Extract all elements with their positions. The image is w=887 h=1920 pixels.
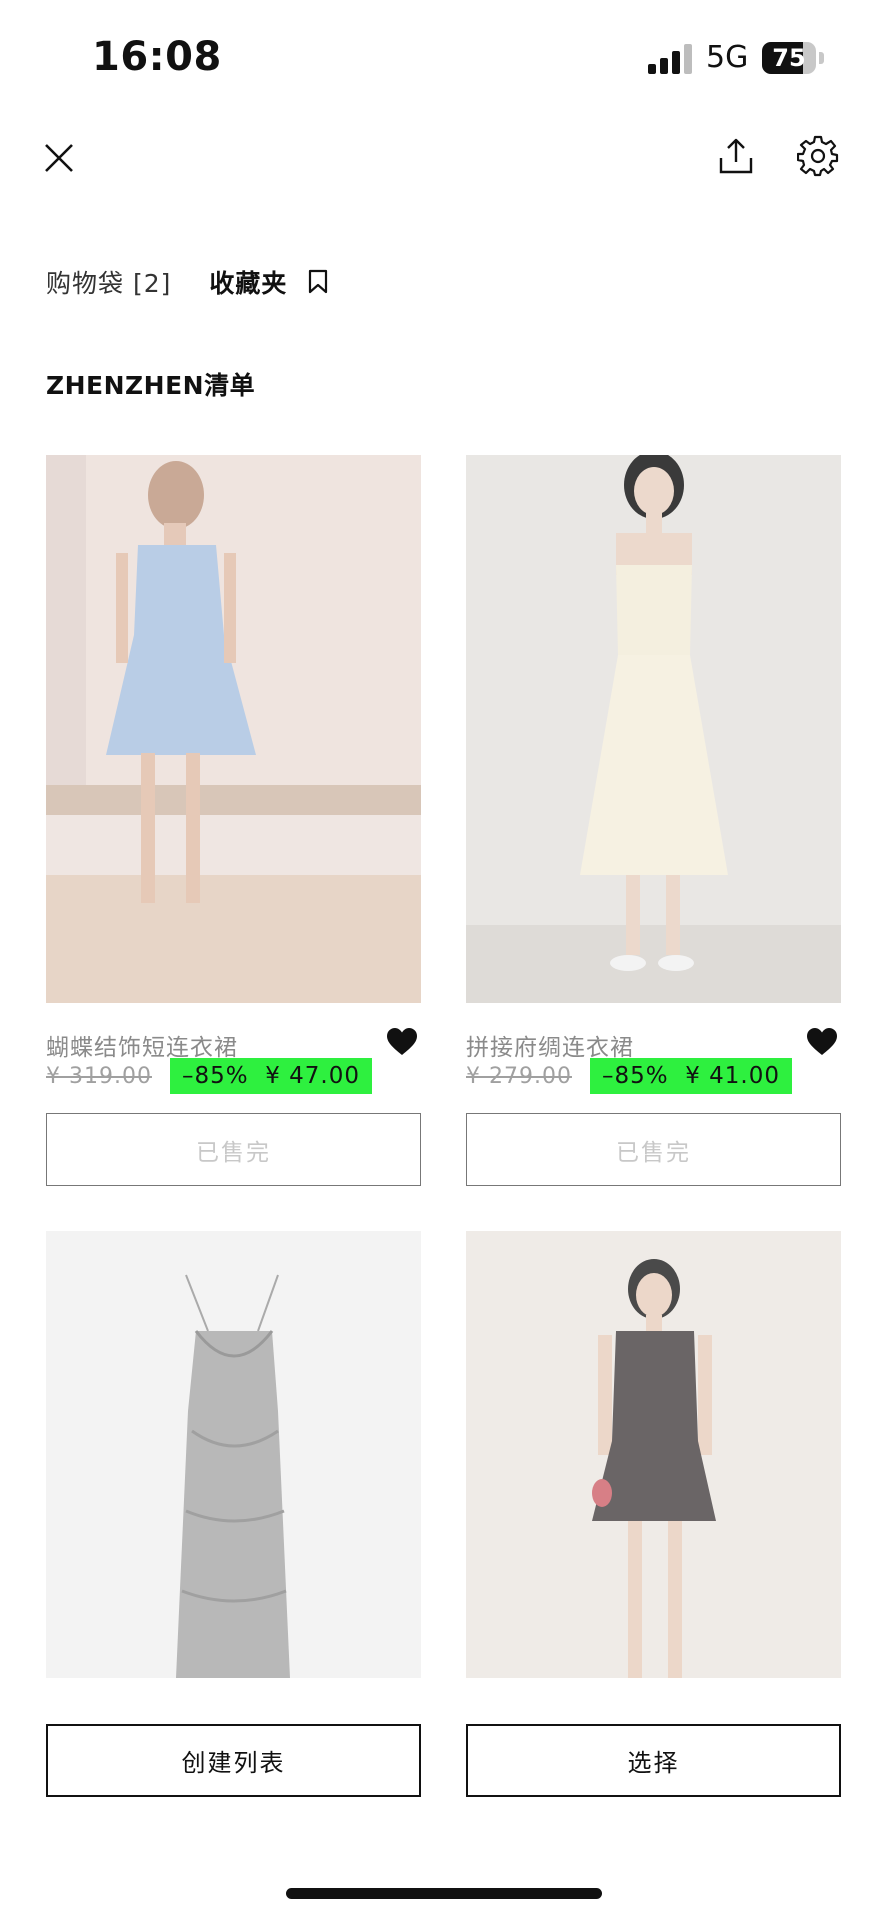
original-price: ¥ 279.00 bbox=[466, 1063, 572, 1089]
product-card[interactable] bbox=[466, 1231, 841, 1678]
battery-icon: 75 bbox=[762, 42, 816, 74]
product-name[interactable]: 拼接府绸连衣裙 bbox=[466, 1028, 634, 1062]
signal-icon bbox=[648, 44, 694, 74]
tab-favorites[interactable]: 收藏夹 bbox=[209, 264, 287, 300]
sale-price-tag: –85% ¥ 41.00 bbox=[589, 1058, 793, 1094]
tab-bar: 购物袋 [2] 收藏夹 bbox=[46, 262, 329, 302]
sold-out-button[interactable]: 已售完 bbox=[466, 1113, 841, 1186]
battery-percent: 75 bbox=[772, 44, 806, 72]
heart-icon[interactable] bbox=[386, 1027, 420, 1057]
discount-percent: –85% bbox=[601, 1063, 669, 1089]
home-indicator[interactable] bbox=[286, 1888, 602, 1899]
select-button[interactable]: 选择 bbox=[466, 1724, 841, 1797]
product-card[interactable]: 拼接府绸连衣裙 ¥ 279.00 –85% ¥ 41.00 已售完 bbox=[466, 455, 841, 1186]
product-image[interactable] bbox=[46, 455, 421, 1003]
product-image[interactable] bbox=[466, 455, 841, 1003]
product-image[interactable] bbox=[46, 1231, 421, 1678]
sale-price-tag: –85% ¥ 47.00 bbox=[169, 1058, 373, 1094]
sale-price: ¥ 41.00 bbox=[685, 1063, 781, 1089]
product-card[interactable] bbox=[46, 1231, 421, 1678]
network-type: 5G bbox=[706, 40, 749, 75]
status-time: 16:08 bbox=[92, 34, 222, 80]
bottom-action-bar bbox=[0, 1678, 887, 1920]
gear-icon[interactable] bbox=[790, 128, 846, 184]
tab-shopping-bag[interactable]: 购物袋 [2] bbox=[46, 264, 171, 300]
discount-percent: –85% bbox=[181, 1063, 249, 1089]
share-icon[interactable] bbox=[708, 128, 764, 184]
heart-icon[interactable] bbox=[806, 1027, 840, 1057]
original-price: ¥ 319.00 bbox=[46, 1063, 152, 1089]
list-title: ZHENZHEN清单 bbox=[46, 371, 256, 400]
sold-out-button[interactable]: 已售完 bbox=[46, 1113, 421, 1186]
product-image[interactable] bbox=[466, 1231, 841, 1678]
close-icon[interactable] bbox=[31, 130, 87, 186]
product-card[interactable]: 蝴蝶结饰短连衣裙 ¥ 319.00 –85% ¥ 47.00 已售完 bbox=[46, 455, 421, 1186]
product-name[interactable]: 蝴蝶结饰短连衣裙 bbox=[46, 1028, 238, 1062]
battery-nub bbox=[819, 52, 824, 64]
sale-price: ¥ 47.00 bbox=[265, 1063, 361, 1089]
status-bar: 16:08 5G 75 bbox=[0, 0, 887, 110]
price-row: ¥ 319.00 –85% ¥ 47.00 bbox=[46, 1058, 373, 1094]
price-row: ¥ 279.00 –85% ¥ 41.00 bbox=[466, 1058, 793, 1094]
create-list-button[interactable]: 创建列表 bbox=[46, 1724, 421, 1797]
bookmark-icon[interactable] bbox=[307, 269, 329, 295]
